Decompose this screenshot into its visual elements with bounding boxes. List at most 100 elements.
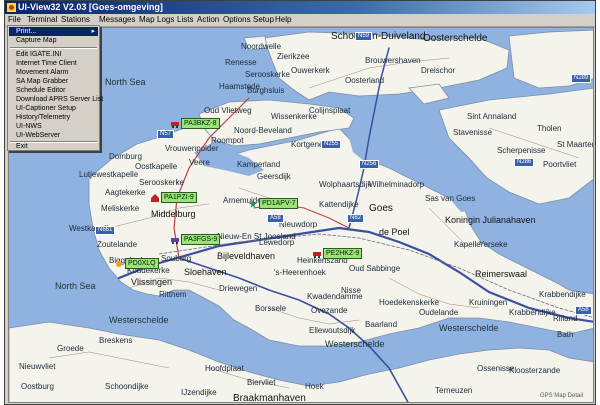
menu-help[interactable]: Help xyxy=(273,14,293,26)
label-groede: Groede xyxy=(57,344,84,353)
label-ossenisse: Ossenisse xyxy=(477,364,515,373)
label-scherpenisse: Scherpenisse xyxy=(497,146,546,155)
label-lewedorp: Lewedorp xyxy=(259,238,295,247)
label-terneuzen: Terneuzen xyxy=(435,386,473,395)
station-icon-sun[interactable] xyxy=(115,260,123,268)
label-nieuwdorp: Nieuwdorp xyxy=(279,220,318,229)
submenu-arrow-icon: ▸ xyxy=(91,28,95,35)
label-oostkapelle: Oostkapelle xyxy=(135,162,178,171)
label-westerschelde-1: Westerschelde xyxy=(109,315,169,325)
label-kamperland: Kamperland xyxy=(237,160,281,169)
road-shield-n286: N286 xyxy=(514,158,535,167)
label-sas-van-goes: Sas van Goes xyxy=(425,194,476,203)
station-label[interactable]: PD0XLQ xyxy=(125,258,159,269)
menu-lists[interactable]: Lists xyxy=(175,14,195,26)
label-ovezande: Ovezande xyxy=(311,306,348,315)
label-braakman: Braakmanhaven xyxy=(233,393,306,403)
station-icon-house[interactable] xyxy=(151,194,159,202)
label-veere: Veere xyxy=(189,158,210,167)
station-label[interactable]: PA3BKZ-8 xyxy=(181,118,220,129)
label-koningin: Koningin Julianahaven xyxy=(445,215,536,225)
label-kloosterzande: Kloosterzande xyxy=(509,366,561,375)
label-renesse: Renesse xyxy=(225,58,257,67)
label-nisse: Nisse xyxy=(341,286,362,295)
label-aagtekerke: Aagtekerke xyxy=(105,188,146,197)
station-icon-star[interactable] xyxy=(249,200,257,208)
window-title: UI-View32 V2.03 [Goes-omgeving] xyxy=(18,2,163,12)
road-shield-n57: N57 xyxy=(157,130,175,139)
label-serooskerke: Serooskerke xyxy=(139,178,184,187)
label-north-sea-1: North Sea xyxy=(105,77,146,87)
menu-item-movement-alarm[interactable]: Movement Alarm xyxy=(16,68,69,77)
road-shield-n59: N59 xyxy=(355,32,373,41)
label-wilhelminadorp: Wilhelminadorp xyxy=(369,180,425,189)
label-rilland: Rilland xyxy=(553,314,578,323)
menu-item-label: Print... xyxy=(16,28,37,35)
label-hoek: Hoek xyxy=(305,382,324,391)
menu-item-internet-time[interactable]: Internet Time Client xyxy=(16,59,77,68)
menu-item-schedule-editor[interactable]: Schedule Editor xyxy=(16,86,65,95)
label-tholen: Tholen xyxy=(537,124,562,133)
file-menu-dropdown: Print... ▸ Capture Map Edit IGATE.INI Int… xyxy=(7,25,103,151)
menu-item-capture-map[interactable]: Capture Map xyxy=(16,36,56,45)
label-de-poel: de Poel xyxy=(379,227,410,237)
label-bijleveldhaven: Bijleveldhaven xyxy=(217,251,276,261)
menu-item-exit[interactable]: Exit xyxy=(16,142,28,151)
menu-messages[interactable]: Messages xyxy=(97,14,137,26)
menu-item-edit-igate[interactable]: Edit IGATE.INI xyxy=(16,50,61,59)
road-shield-a58: A58 xyxy=(267,214,284,223)
title-bar[interactable]: UI-View32 V2.03 [Goes-omgeving] xyxy=(5,1,595,14)
station-label[interactable]: PA1PZI-9 xyxy=(161,192,197,203)
label-krabbendijke: Krabbendijke xyxy=(539,290,586,299)
station-label[interactable]: PA3FGS-9 xyxy=(181,234,221,245)
label-reimerswaal: Reimerswaal xyxy=(475,269,528,279)
label-krabbendijke-h: Krabbendijke xyxy=(509,308,556,317)
label-geersdijk: Geersdijk xyxy=(257,172,291,181)
station-icon-car[interactable] xyxy=(313,250,321,258)
label-meliskerke: Meliskerke xyxy=(101,204,140,213)
label-middelburg: Middelburg xyxy=(151,209,196,219)
menu-map[interactable]: Map xyxy=(137,14,157,26)
menu-item-sa-map-grabber[interactable]: SA Map Grabber xyxy=(16,77,68,86)
label-lutjewestkapelle: Lutjewestkapelle xyxy=(79,170,139,179)
road-shield-n289: N289 xyxy=(571,74,592,83)
label-ijzendijke: IJzendijke xyxy=(181,388,217,397)
label-zoutelande: Zoutelande xyxy=(97,240,138,249)
label-westerschelde-3: Westerschelde xyxy=(439,323,499,333)
label-westerschelde-2: Westerschelde xyxy=(325,339,385,349)
label-baarland: Baarland xyxy=(365,320,398,329)
menu-item-ui-webserver[interactable]: UI-WebServer xyxy=(16,131,60,140)
menu-item-ui-captioner[interactable]: UI-Captioner Setup xyxy=(16,104,76,113)
station-label[interactable]: PE2HKZ-9 xyxy=(323,248,363,259)
label-sloehaven: Sloehaven xyxy=(184,267,227,277)
label-breskens: Breskens xyxy=(99,336,133,345)
station-icon-car[interactable] xyxy=(171,120,179,128)
menu-options[interactable]: Options xyxy=(221,14,253,26)
road-shield-n256: N256 xyxy=(359,160,380,169)
label-schoondijke: Schoondijke xyxy=(105,382,149,391)
label-ritthem: Ritthem xyxy=(159,290,187,299)
label-ouwerkerk: Ouwerkerk xyxy=(291,66,330,75)
label-vrouwenpolder: Vrouwenpolder xyxy=(165,144,219,153)
menu-item-history-telemetry[interactable]: History/Telemetry xyxy=(16,113,70,122)
label-biervliet: Biervliet xyxy=(247,378,276,387)
label-hoofdplaat: Hoofdplaat xyxy=(205,364,244,373)
menu-item-print[interactable]: Print... ▸ xyxy=(9,27,98,36)
label-serooskerke-s: Serooskerke xyxy=(245,70,290,79)
menu-logs[interactable]: Logs xyxy=(155,14,176,26)
menu-action[interactable]: Action xyxy=(195,14,221,26)
label-hoedekenskerke: Hoedekenskerke xyxy=(379,298,440,307)
road-shield-n255: N255 xyxy=(321,140,342,149)
menu-item-download-aprs[interactable]: Download APRS Server List xyxy=(16,95,103,104)
label-wolphaartsdijk: Wolphaartsdijk xyxy=(319,180,372,189)
station-icon-car[interactable] xyxy=(171,236,179,244)
station-label[interactable]: PD1APV-7 xyxy=(259,198,299,209)
label-north-sea-2: North Sea xyxy=(55,281,96,291)
label-noordwelle: Noordwelle xyxy=(241,42,282,51)
label-colijnsplaat: Colijnsplaat xyxy=(309,106,351,115)
label-bath: Bath xyxy=(557,330,574,339)
menu-item-ui-nws[interactable]: UI-NWS xyxy=(16,122,42,131)
map-status-label: GPS Map Detail xyxy=(539,393,583,399)
label-roompot: Roompot xyxy=(211,136,244,145)
label-zierikzee: Zierikzee xyxy=(277,52,310,61)
